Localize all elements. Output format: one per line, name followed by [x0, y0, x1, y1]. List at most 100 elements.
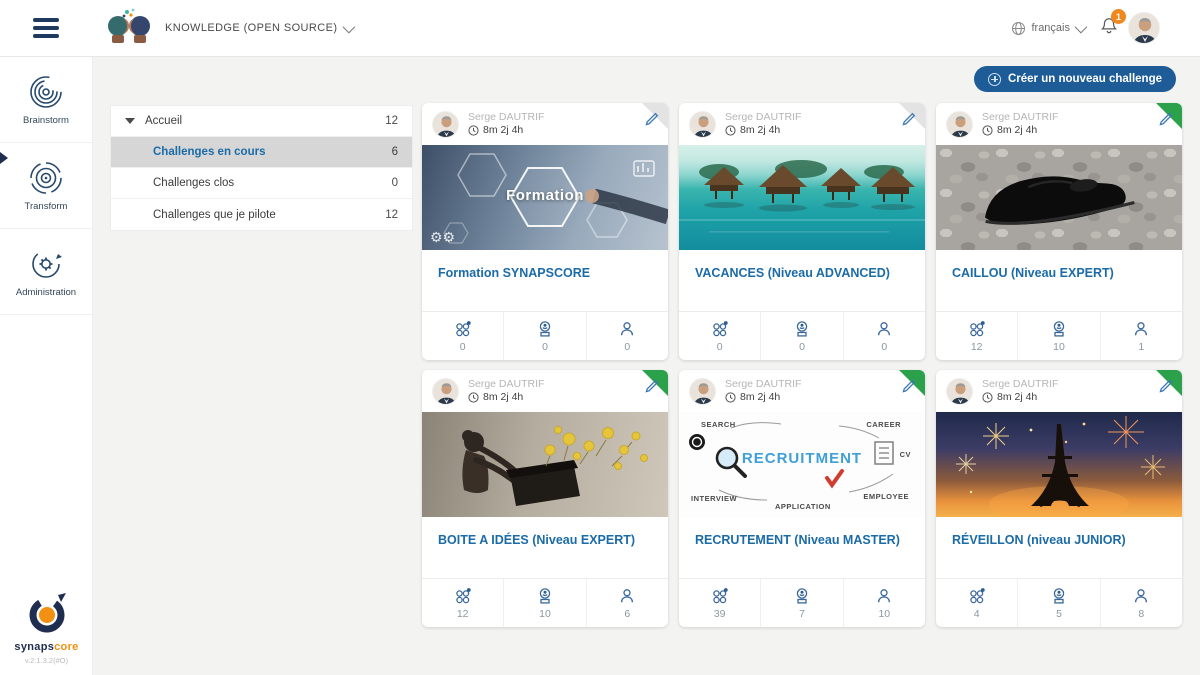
author-avatar — [689, 110, 716, 138]
author-avatar — [432, 377, 459, 405]
stat-participants: 0 — [844, 312, 925, 360]
filter-item-challenges-en-cours[interactable]: Challenges en cours 6 — [111, 137, 412, 168]
stat-awards: 7 — [761, 579, 844, 627]
card-image-vacances — [679, 145, 925, 250]
globe-icon — [1012, 21, 1026, 35]
clock-icon — [468, 125, 479, 136]
filter-root-accueil[interactable]: Accueil 12 — [111, 106, 412, 137]
context-selector[interactable]: KNOWLEDGE (OPEN SOURCE) — [165, 20, 356, 34]
stat-participants: 1 — [1101, 312, 1182, 360]
notifications-button[interactable]: 1 — [1100, 9, 1126, 40]
challenge-card[interactable]: Serge DAUTRIF 8m 2j 4h — [936, 103, 1182, 360]
challenge-card[interactable]: Serge DAUTRIF 8m 2j 4h — [422, 370, 668, 627]
card-author: Serge DAUTRIF — [982, 377, 1059, 390]
image-word: EMPLOYEE — [863, 492, 909, 501]
participants-icon — [621, 322, 634, 336]
synapscore-logo: synapscore v.2.1.3.2(#O) — [0, 590, 93, 665]
award-icon — [796, 588, 808, 604]
card-title[interactable]: RÉVEILLON (niveau JUNIOR) — [936, 517, 1182, 579]
card-title[interactable]: Formation SYNAPSCORE — [422, 250, 668, 312]
award-icon — [539, 588, 551, 604]
image-text: Formation — [506, 187, 584, 204]
stat-ideas: 12 — [422, 579, 505, 627]
knowledge-logo — [103, 6, 155, 51]
challenge-card[interactable]: Serge DAUTRIF 8m 2j 4h — [422, 103, 668, 360]
filter-item-challenges-que-je-pilote[interactable]: Challenges que je pilote 12 — [111, 199, 412, 230]
author-avatar — [946, 110, 973, 138]
challenge-filter-panel: Accueil 12 Challenges en cours 6 Challen… — [110, 105, 413, 231]
clock-icon — [468, 392, 479, 403]
card-author: Serge DAUTRIF — [468, 110, 545, 123]
main-content: Créer un nouveau challenge Accueil 12 Ch… — [93, 57, 1200, 675]
award-icon — [796, 321, 808, 337]
card-title[interactable]: RECRUTEMENT (Niveau MASTER) — [679, 517, 925, 579]
gears-icon: ⚙⚙ — [430, 229, 456, 245]
stat-ideas: 12 — [936, 312, 1019, 360]
card-image-boite-a-idees — [422, 412, 668, 517]
user-avatar[interactable] — [1128, 12, 1160, 44]
context-title: KNOWLEDGE (OPEN SOURCE) — [165, 22, 338, 34]
create-challenge-button[interactable]: Créer un nouveau challenge — [973, 66, 1176, 92]
edit-pencil-icon[interactable] — [1158, 112, 1173, 132]
filter-label: Challenges clos — [153, 177, 235, 189]
image-word: CV — [899, 450, 911, 459]
module-sidebar: Brainstorm Transform Administration syna… — [0, 57, 93, 675]
logo-text-primary: synaps — [14, 641, 55, 653]
clock-icon — [982, 125, 993, 136]
sidebar-item-label: Brainstorm — [23, 114, 69, 126]
participants-icon — [1135, 322, 1148, 336]
challenge-card[interactable]: Serge DAUTRIF 8m 2j 4h — [679, 370, 925, 627]
participants-icon — [878, 589, 891, 603]
edit-pencil-icon[interactable] — [901, 112, 916, 132]
ideas-icon — [455, 588, 471, 604]
hamburger-menu-icon[interactable] — [33, 18, 59, 38]
clock-icon — [725, 392, 736, 403]
edit-pencil-icon[interactable] — [901, 379, 916, 399]
ideas-icon — [712, 588, 728, 604]
chevron-down-icon — [1074, 20, 1088, 33]
image-word: CAREER — [866, 420, 901, 429]
notification-badge: 1 — [1111, 9, 1126, 24]
stat-awards: 0 — [504, 312, 587, 360]
card-remaining-time: 8m 2j 4h — [982, 391, 1058, 404]
sidebar-item-transform[interactable]: Transform — [0, 143, 92, 229]
card-title[interactable]: BOITE A IDÉES (Niveau EXPERT) — [422, 517, 668, 579]
sidebar-item-administration[interactable]: Administration — [0, 229, 92, 315]
card-author: Serge DAUTRIF — [725, 110, 802, 123]
card-author: Serge DAUTRIF — [982, 110, 1059, 123]
award-icon — [1053, 588, 1065, 604]
filter-item-challenges-clos[interactable]: Challenges clos 0 — [111, 168, 412, 199]
edit-pencil-icon[interactable] — [1158, 379, 1173, 399]
edit-pencil-icon[interactable] — [644, 112, 659, 132]
filter-label: Accueil — [145, 115, 183, 127]
stat-awards: 0 — [761, 312, 844, 360]
stat-participants: 8 — [1101, 579, 1182, 627]
card-remaining-time: 8m 2j 4h — [725, 391, 801, 404]
stat-ideas: 0 — [679, 312, 762, 360]
filter-count: 0 — [391, 177, 398, 189]
stat-ideas: 0 — [422, 312, 505, 360]
card-remaining-time: 8m 2j 4h — [468, 124, 544, 137]
edit-pencil-icon[interactable] — [644, 379, 659, 399]
stat-awards: 10 — [1018, 312, 1101, 360]
challenge-card[interactable]: Serge DAUTRIF 8m 2j 4h — [679, 103, 925, 360]
ideas-icon — [455, 321, 471, 337]
image-word: INTERVIEW — [691, 494, 738, 503]
synapscore-mark-icon — [29, 593, 66, 633]
card-image-formation: Formation ⚙⚙ — [422, 145, 668, 250]
sidebar-item-brainstorm[interactable]: Brainstorm — [0, 57, 92, 143]
language-selector[interactable]: français — [1011, 20, 1088, 36]
author-avatar — [432, 110, 459, 138]
gear-sync-icon — [32, 249, 62, 278]
participants-icon — [1135, 589, 1148, 603]
card-title[interactable]: VACANCES (Niveau ADVANCED) — [679, 250, 925, 312]
card-title[interactable]: CAILLOU (Niveau EXPERT) — [936, 250, 1182, 312]
stat-ideas: 4 — [936, 579, 1019, 627]
challenge-card[interactable]: Serge DAUTRIF 8m 2j 4h — [936, 370, 1182, 627]
stat-participants: 6 — [587, 579, 668, 627]
sidebar-item-label: Transform — [24, 200, 68, 212]
collapse-triangle-icon — [125, 118, 135, 124]
clock-icon — [982, 392, 993, 403]
stat-participants: 0 — [587, 312, 668, 360]
author-avatar — [946, 377, 973, 405]
